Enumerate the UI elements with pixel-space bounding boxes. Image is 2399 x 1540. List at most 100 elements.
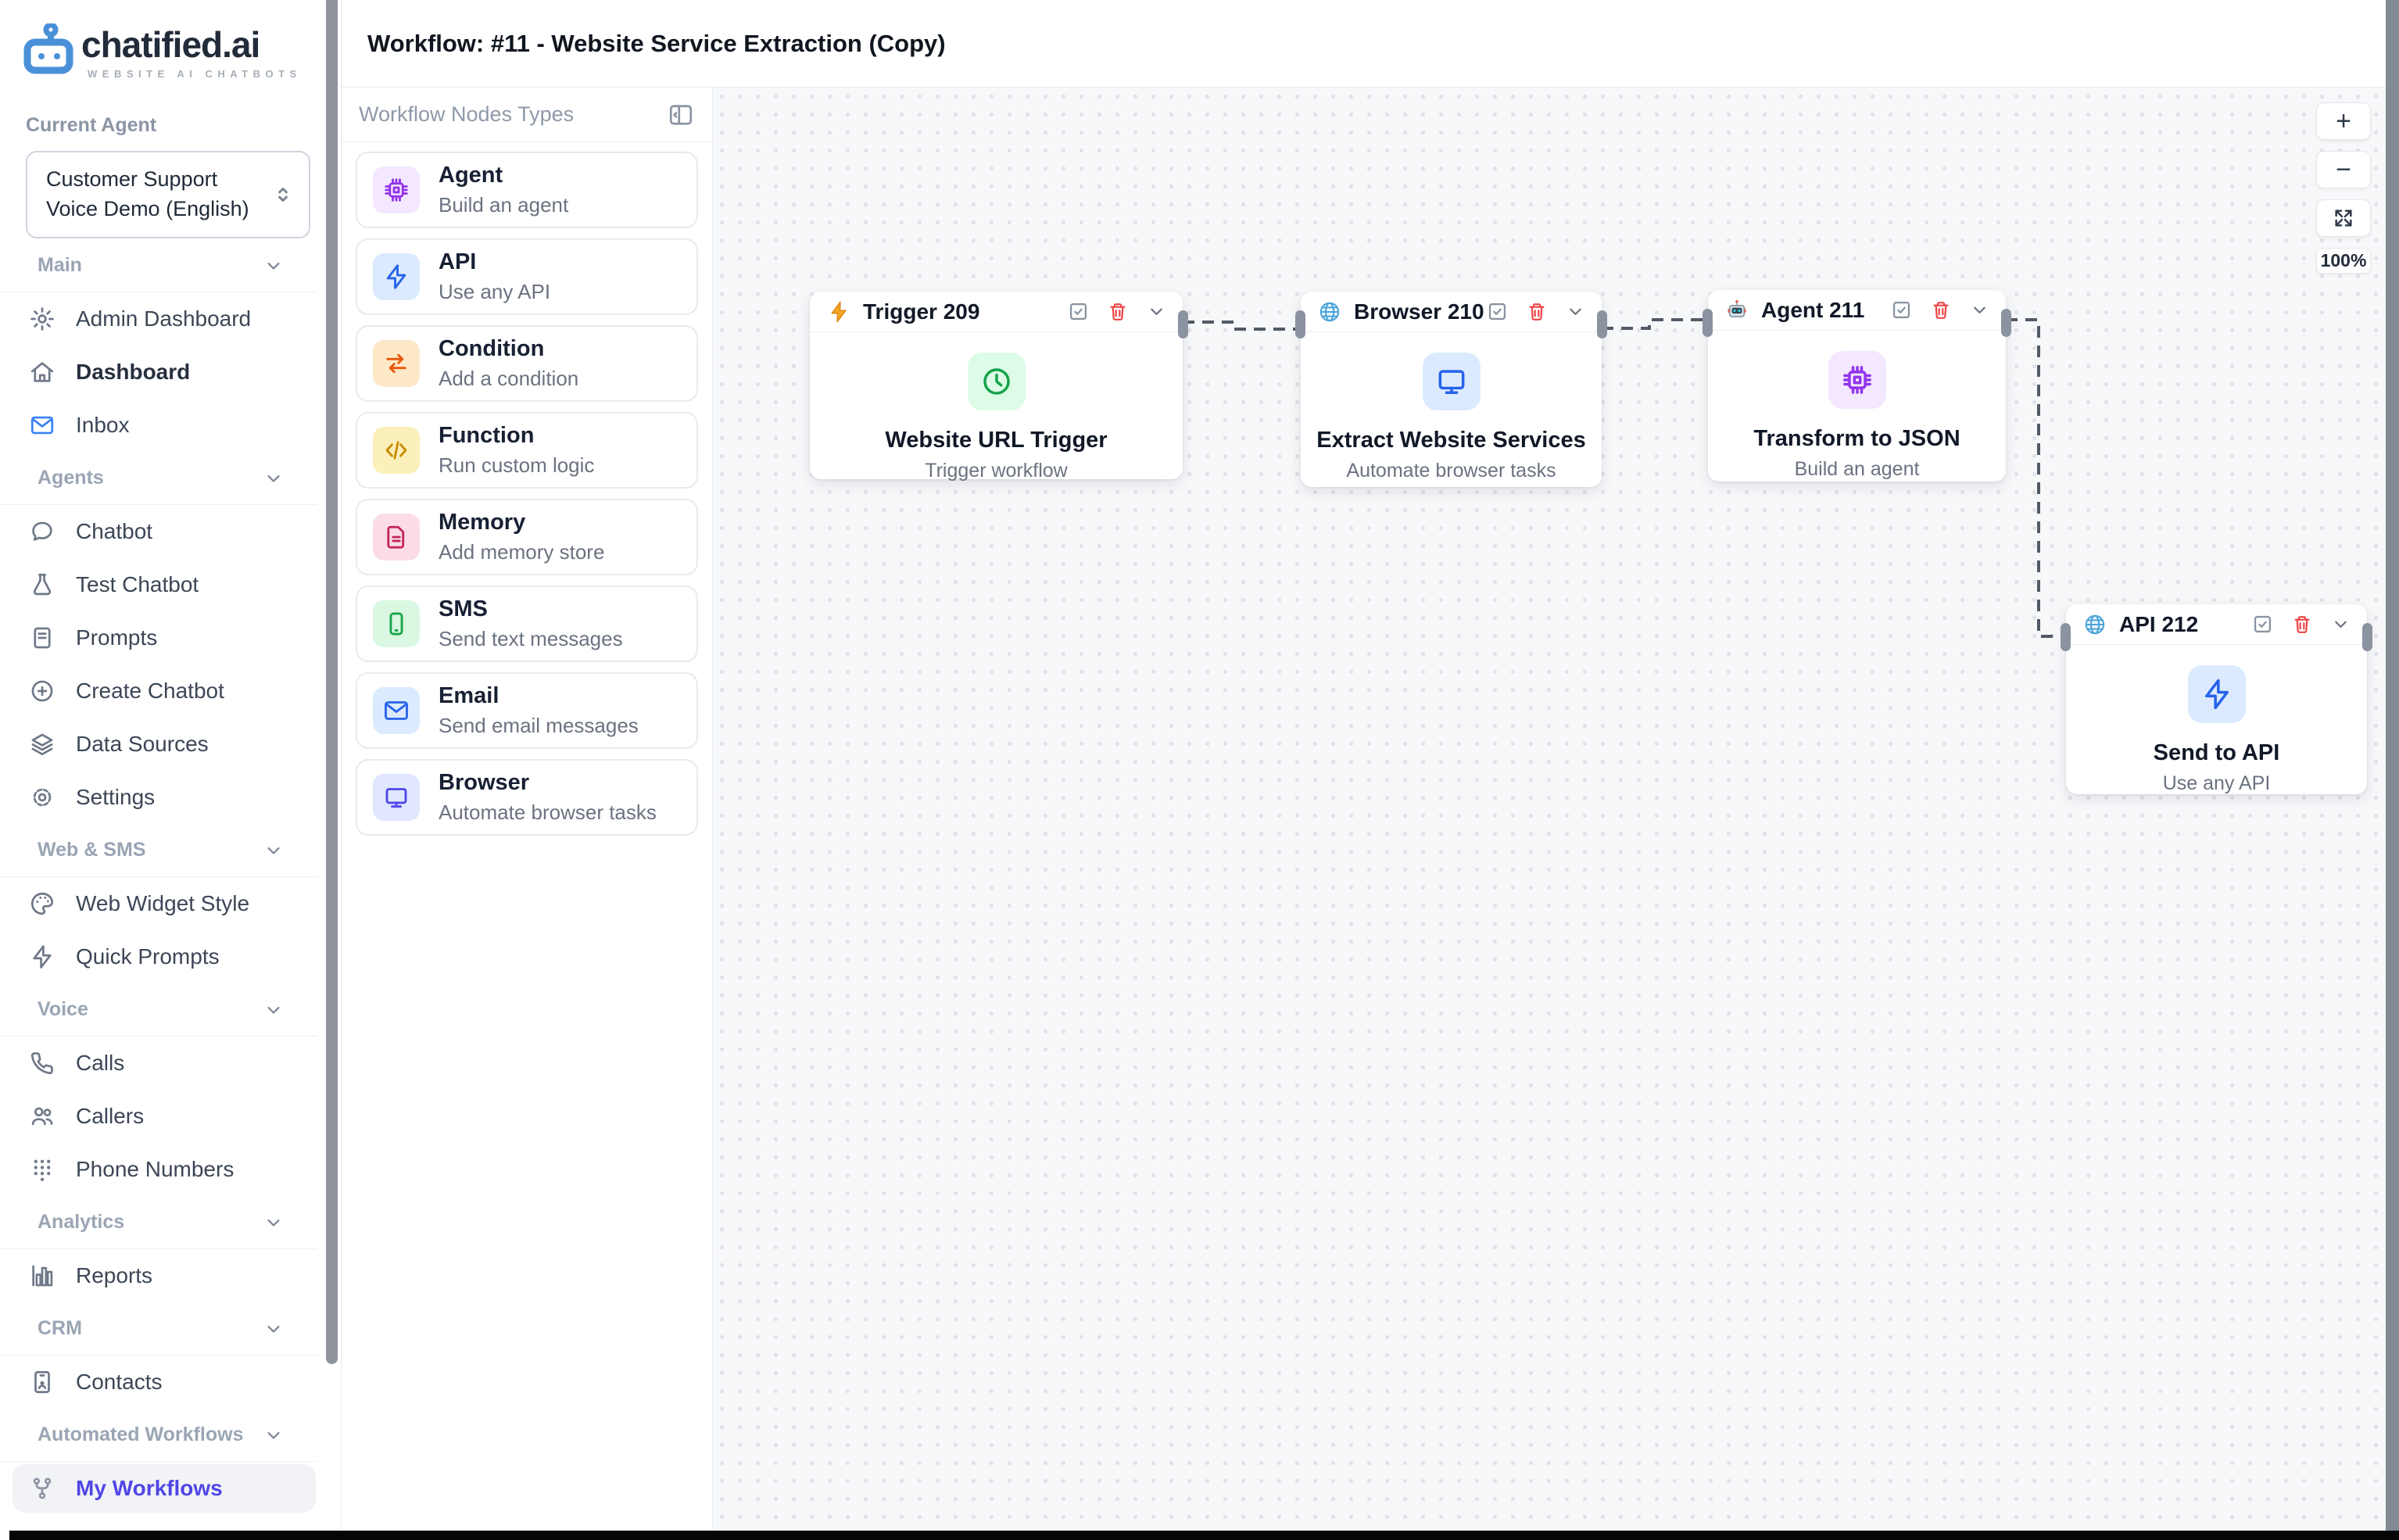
edge-trigger-209-to-browser-210 [1183,322,1301,329]
mail-icon [29,412,55,439]
node-checkbox[interactable] [2251,613,2274,636]
sidebar-item-label: Inbox [76,413,130,438]
sidebar-item-chatbot[interactable]: Chatbot [0,505,341,558]
sidebar-section-agents[interactable]: Agents [0,452,317,505]
trash-icon[interactable] [1107,301,1129,323]
chevron-down-icon [263,255,285,277]
workflow-node-trigger-209[interactable]: Trigger 209Website URL TriggerTrigger wo… [810,292,1183,479]
sidebar-item-dashboard[interactable]: Dashboard [0,346,341,399]
globe-icon [2083,613,2107,636]
node-checkbox[interactable] [1486,300,1509,323]
workflow-node-browser-210[interactable]: Browser 210Extract Website ServicesAutom… [1301,292,1602,487]
node-action-name: Website URL Trigger [885,428,1107,453]
brand-tagline: WEBSITE AI CHATBOTS [81,68,302,80]
sidebar-item-label: Dashboard [76,360,190,385]
sidebar-section-main[interactable]: Main [0,239,317,292]
sidebar-section-analytics[interactable]: Analytics [0,1196,317,1249]
sidebar-item-test-chatbot[interactable]: Test Chatbot [0,558,341,611]
connection-handle-left[interactable] [1295,310,1305,338]
sidebar-item-label: Callers [76,1104,144,1129]
chevron-down-icon[interactable] [1146,301,1167,322]
select-updown-icon [271,183,295,206]
sidebar-item-create-chatbot[interactable]: Create Chatbot [0,664,341,718]
connection-handle-right[interactable] [2001,309,2011,337]
chevron-down-icon [263,1212,285,1234]
window-scrollbar[interactable] [2386,0,2399,1540]
dialpad-icon [29,1156,55,1183]
palette-icon [29,890,55,917]
palette-card-api[interactable]: APIUse any API [356,238,698,315]
connection-handle-left[interactable] [1703,309,1713,337]
palette-card-email[interactable]: EmailSend email messages [356,672,698,749]
collapse-panel-icon[interactable] [667,101,695,129]
sidebar-item-inbox[interactable]: Inbox [0,399,341,452]
sidebar-item-admin-dashboard[interactable]: Admin Dashboard [0,292,341,346]
sidebar-item-data-sources[interactable]: Data Sources [0,718,341,771]
palette-card-title: Browser [439,770,529,795]
zoom-controls: + − 100% [2316,102,2371,274]
robot-logo-icon [23,23,73,75]
node-checkbox[interactable] [1067,300,1090,323]
trash-icon[interactable] [1526,301,1548,323]
sidebar-item-callers[interactable]: Callers [0,1090,341,1143]
palette-card-function[interactable]: FunctionRun custom logic [356,412,698,489]
gear-icon [29,306,55,332]
chevron-down-icon[interactable] [1565,301,1586,322]
connection-handle-right[interactable] [1178,310,1188,338]
workflow-canvas[interactable]: Trigger 209Website URL TriggerTrigger wo… [713,88,2399,1540]
workflow-node-api-212[interactable]: API 212Send to APIUse any API [2066,604,2367,794]
sidebar-item-label: Contacts [76,1370,163,1395]
sidebar: chatified.ai WEBSITE AI CHATBOTS Current… [0,0,342,1540]
palette-card-memory[interactable]: MemoryAdd memory store [356,499,698,575]
fit-view-button[interactable] [2316,199,2371,237]
sidebar-section-voice[interactable]: Voice [0,983,317,1037]
sidebar-section-automated-workflows[interactable]: Automated Workflows [0,1409,317,1462]
sidebar-item-my-workflows[interactable]: My Workflows [0,1462,341,1515]
node-checkbox[interactable] [1890,299,1913,321]
sidebar-scrollbar[interactable] [326,0,338,1364]
trash-icon[interactable] [2291,614,2313,636]
palette-card-browser[interactable]: BrowserAutomate browser tasks [356,759,698,836]
sidebar-item-quick-prompts[interactable]: Quick Prompts [0,930,341,983]
sidebar-section-crm[interactable]: CRM [0,1302,317,1356]
section-label: Agents [38,467,104,489]
palette-card-desc: Send text messages [439,627,623,651]
workflow-node-agent-211[interactable]: Agent 211Transform to JSONBuild an agent [1708,290,2006,482]
smartphone-icon [373,600,420,647]
sidebar-item-phone-numbers[interactable]: Phone Numbers [0,1143,341,1196]
zoom-in-button[interactable]: + [2316,102,2371,140]
connection-handle-right[interactable] [1597,310,1607,338]
sidebar-item-label: Calls [76,1051,124,1076]
chat-icon [29,518,55,545]
palette-card-agent[interactable]: AgentBuild an agent [356,152,698,228]
trash-icon[interactable] [1930,299,1952,321]
section-label: Main [38,254,82,277]
sidebar-item-settings[interactable]: Settings [0,771,341,824]
app-root: chatified.ai WEBSITE AI CHATBOTS Current… [0,0,2399,1540]
connection-handle-right[interactable] [2362,623,2372,651]
section-label: Web & SMS [38,839,145,861]
chevron-down-icon[interactable] [1969,299,1990,321]
sidebar-item-prompts[interactable]: Prompts [0,611,341,664]
node-header: API 212 [2066,604,2367,645]
sidebar-section-web-sms[interactable]: Web & SMS [0,824,317,877]
connection-handle-left[interactable] [2061,623,2071,651]
monitor-icon [373,774,420,821]
sidebar-item-label: Admin Dashboard [76,306,251,331]
arrows-lr-icon [373,340,420,387]
palette-card-title: Email [439,683,499,708]
zoom-out-button[interactable]: − [2316,151,2371,188]
sidebar-item-web-widget-style[interactable]: Web Widget Style [0,877,341,930]
sidebar-item-calls[interactable]: Calls [0,1037,341,1090]
palette-card-condition[interactable]: ConditionAdd a condition [356,325,698,402]
chevron-down-icon [263,840,285,861]
node-header: Trigger 209 [810,292,1183,332]
sidebar-item-contacts[interactable]: Contacts [0,1356,341,1409]
section-label: CRM [38,1317,82,1340]
home-icon [29,359,55,385]
palette-card-sms[interactable]: SMSSend text messages [356,586,698,662]
sidebar-item-label: My Workflows [76,1476,223,1501]
sidebar-item-reports[interactable]: Reports [0,1249,341,1302]
current-agent-select[interactable]: Customer Support Voice Demo (English) [26,151,310,238]
chevron-down-icon[interactable] [2330,614,2351,635]
